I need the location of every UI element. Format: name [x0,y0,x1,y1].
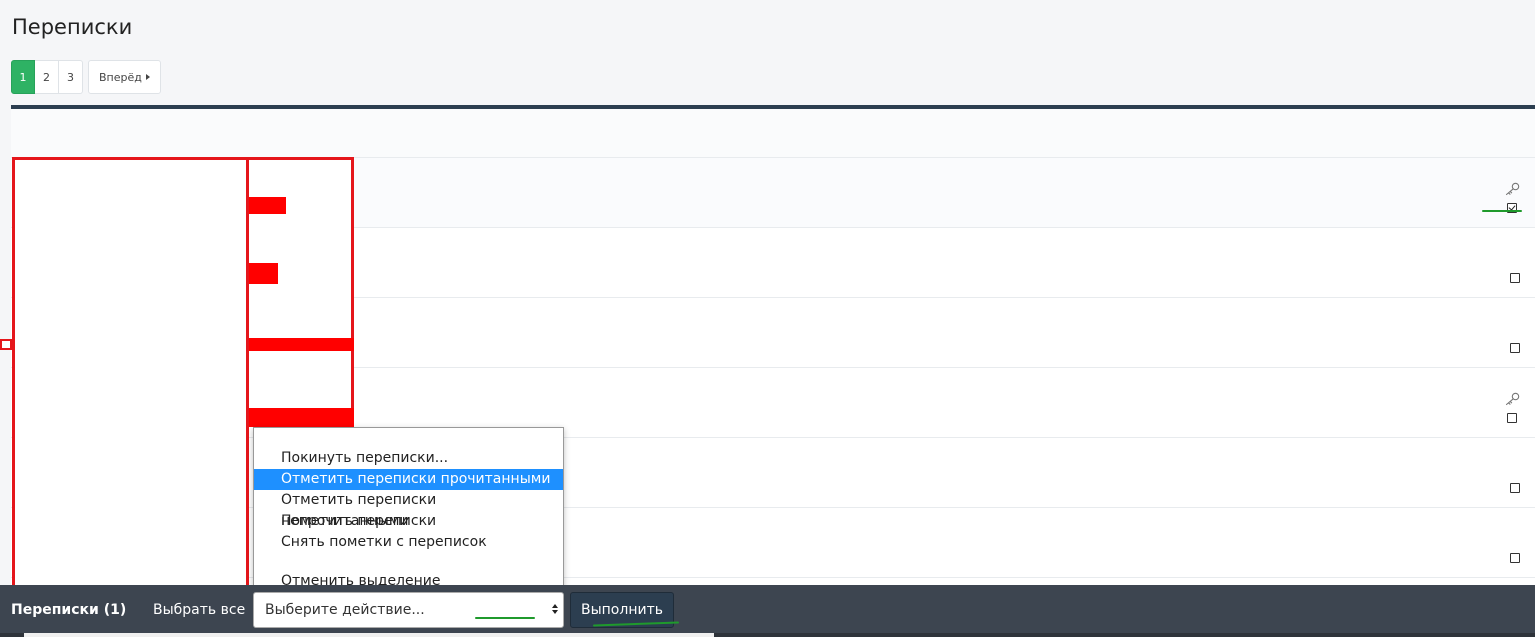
key-icon [1504,181,1520,200]
row-actions [1504,181,1520,213]
redaction-bar [249,197,286,214]
key-icon [1504,391,1520,410]
select-all-link[interactable]: Выбрать все [153,602,245,618]
bottom-strip-light [24,633,714,637]
page-1-button[interactable]: 1 [11,60,35,94]
next-page-button[interactable]: Вперёд [88,60,161,94]
next-page-label: Вперёд [99,70,142,84]
option-unstar[interactable]: Снять пометки с переписок [254,532,563,553]
option-mark-unread[interactable]: Отметить переписки непрочитанными [254,490,563,529]
redaction-bar [249,408,354,427]
row-checkbox[interactable] [1510,553,1520,563]
row-actions [1510,343,1520,353]
pagination: 1 2 3 Вперёд [11,60,161,94]
row-checkbox[interactable] [1510,273,1520,283]
action-dropdown-menu: Покинуть переписки... Отметить переписки… [253,427,564,592]
row-checkbox[interactable] [1510,483,1520,493]
dropdown-separator [254,553,563,571]
option-leave[interactable]: Покинуть переписки... [254,448,563,469]
selection-count-label: Переписки (1) [11,602,127,618]
green-marker-stroke [475,617,535,619]
row-actions [1504,391,1520,423]
list-header [11,109,1535,158]
redaction-bar [249,263,278,284]
option-star[interactable]: Пометить переписки [254,511,563,532]
row-checkbox[interactable] [1510,343,1520,353]
page-3-button[interactable]: 3 [59,60,83,94]
redaction-bar [249,338,354,351]
page-2-button[interactable]: 2 [35,60,59,94]
row-checkbox[interactable] [1507,413,1517,423]
redaction-small [0,339,12,350]
caret-right-icon [145,74,150,80]
redaction-box-left [12,157,249,588]
bottom-action-bar: Переписки (1) Выбрать все [0,585,1535,637]
action-select-value: Выберите действие... [265,602,425,618]
select-arrows-icon [552,604,558,614]
green-marker-stroke [1482,210,1522,212]
row-actions [1510,273,1520,283]
row-actions [1510,483,1520,493]
action-select[interactable]: Выберите действие... [253,592,564,628]
page-title: Переписки [12,15,133,39]
row-actions [1510,553,1520,563]
option-mark-read[interactable]: Отметить переписки прочитанными [254,469,563,490]
